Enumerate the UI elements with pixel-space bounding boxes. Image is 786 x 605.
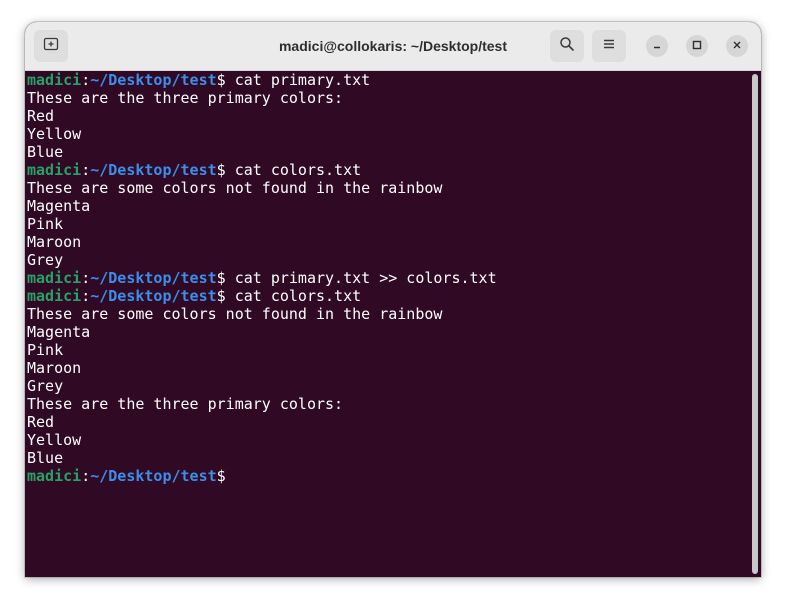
- output-line: Maroon: [27, 359, 82, 377]
- prompt-separator: :: [81, 71, 91, 89]
- prompt-user: madici: [27, 467, 82, 485]
- prompt-path: ~/Desktop/test: [90, 71, 217, 89]
- prompt-user: madici: [27, 287, 82, 305]
- prompt-line: madici:~/Desktop/test$ cat colors.txt: [27, 287, 747, 305]
- minimize-button[interactable]: [646, 35, 668, 57]
- command-text: cat primary.txt: [225, 71, 371, 89]
- new-tab-button[interactable]: [34, 30, 68, 62]
- prompt-user: madici: [27, 71, 82, 89]
- output-line: Maroon: [27, 233, 82, 251]
- prompt-symbol: $: [216, 269, 226, 287]
- minimize-icon: [652, 37, 662, 55]
- output-line: These are some colors not found in the r…: [27, 179, 443, 197]
- prompt-separator: :: [81, 269, 91, 287]
- prompt-separator: :: [81, 287, 91, 305]
- output-line: Pink: [27, 341, 64, 359]
- maximize-icon: [692, 37, 702, 55]
- prompt-path: ~/Desktop/test: [90, 269, 217, 287]
- prompt-user: madici: [27, 161, 82, 179]
- prompt-separator: :: [81, 161, 91, 179]
- menu-button[interactable]: [592, 30, 626, 62]
- search-button[interactable]: [550, 30, 584, 62]
- prompt-line: madici:~/Desktop/test$ cat primary.txt: [27, 71, 747, 89]
- output-line: These are the three primary colors:: [27, 89, 344, 107]
- prompt-path: ~/Desktop/test: [90, 161, 217, 179]
- hamburger-menu-icon: [602, 37, 616, 56]
- output-line: Red: [27, 413, 55, 431]
- terminal-output[interactable]: madici:~/Desktop/test$ cat primary.txt Th…: [27, 71, 747, 577]
- prompt-user: madici: [27, 269, 82, 287]
- close-button[interactable]: [726, 35, 748, 57]
- prompt-path: ~/Desktop/test: [90, 287, 217, 305]
- prompt-symbol: $: [216, 467, 226, 485]
- prompt-separator: :: [81, 467, 91, 485]
- close-icon: [732, 37, 742, 55]
- output-line: Yellow: [27, 431, 82, 449]
- command-text: cat colors.txt: [225, 287, 362, 305]
- prompt-path: ~/Desktop/test: [90, 467, 217, 485]
- output-line: These are some colors not found in the r…: [27, 305, 443, 323]
- command-text: cat primary.txt >> colors.txt: [225, 269, 497, 287]
- scrollbar[interactable]: [752, 74, 758, 574]
- output-line: Red: [27, 107, 55, 125]
- output-line: Magenta: [27, 197, 91, 215]
- output-line: Blue: [27, 449, 64, 467]
- output-line: Magenta: [27, 323, 91, 341]
- output-line: Grey: [27, 251, 64, 269]
- prompt-symbol: $: [216, 71, 226, 89]
- search-icon: [559, 36, 575, 57]
- new-tab-icon: [43, 36, 59, 57]
- output-line: Blue: [27, 143, 64, 161]
- terminal-window: madici@collokaris: ~/Desktop/test madici…: [25, 22, 761, 577]
- output-line: Yellow: [27, 125, 82, 143]
- title-bar[interactable]: madici@collokaris: ~/Desktop/test: [25, 22, 761, 71]
- prompt-line: madici:~/Desktop/test$ cat colors.txt: [27, 161, 747, 179]
- output-line: These are the three primary colors:: [27, 395, 344, 413]
- output-line: Pink: [27, 215, 64, 233]
- maximize-button[interactable]: [686, 35, 708, 57]
- command-text: cat colors.txt: [225, 161, 362, 179]
- prompt-symbol: $: [216, 161, 226, 179]
- prompt-symbol: $: [216, 287, 226, 305]
- output-line: Grey: [27, 377, 64, 395]
- prompt-line: madici:~/Desktop/test$ cat primary.txt >…: [27, 269, 747, 287]
- prompt-line: madici:~/Desktop/test$: [27, 467, 747, 485]
